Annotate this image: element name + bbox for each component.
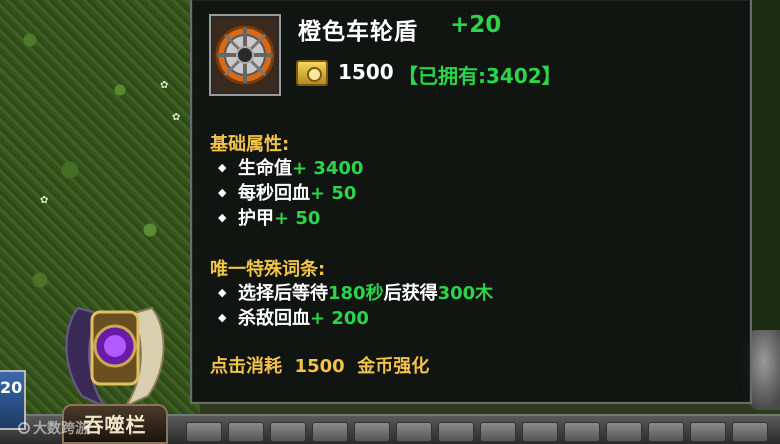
bar-slot bbox=[270, 422, 306, 442]
shield-item-icon bbox=[213, 18, 277, 92]
bullet-diamond-icon: ◆ bbox=[218, 186, 227, 199]
stat-line: ◆ 杀敌回血+ 200 bbox=[218, 304, 369, 330]
flower-decoration: ✿ bbox=[40, 195, 49, 206]
item-name: 橙色车轮盾 bbox=[298, 19, 418, 45]
bar-slot bbox=[606, 422, 642, 442]
bar-slot bbox=[732, 422, 768, 442]
bar-slot bbox=[480, 422, 516, 442]
item-level: +20 bbox=[450, 12, 502, 38]
stat-value: 300木 bbox=[437, 283, 494, 304]
watermark-text: 大数跨游 bbox=[33, 421, 89, 437]
bullet-diamond-icon: ◆ bbox=[218, 286, 227, 299]
gold-coin-icon bbox=[296, 60, 328, 86]
flower-decoration: ✿ bbox=[160, 80, 169, 91]
item-price: 1500 bbox=[338, 60, 394, 84]
upgrade-cost: 1500 bbox=[294, 356, 345, 377]
stat-text: 后获得 bbox=[383, 283, 438, 304]
stat-text: 选择后等待 bbox=[238, 283, 328, 304]
stat-value: + 50 bbox=[274, 208, 321, 229]
bar-slot bbox=[438, 422, 474, 442]
flower-decoration: ✿ bbox=[172, 112, 181, 123]
stat-value: + 200 bbox=[310, 308, 369, 329]
stat-value: + 3400 bbox=[292, 158, 364, 179]
unique-stats-title: 唯一特殊词条: bbox=[210, 259, 326, 280]
bar-slot bbox=[312, 422, 348, 442]
watermark: 大数跨游 bbox=[18, 418, 89, 438]
upgrade-hint: 点击消耗 1500 金币强化 bbox=[210, 352, 429, 378]
bar-slot bbox=[396, 422, 432, 442]
stat-value: 180秒 bbox=[328, 283, 384, 304]
stat-line: ◆ 选择后等待180秒后获得300木 bbox=[218, 279, 493, 305]
bar-slot bbox=[354, 422, 390, 442]
swallow-slot-label: 吞噬栏 bbox=[83, 413, 147, 437]
bullet-diamond-icon: ◆ bbox=[218, 311, 227, 324]
stat-line: ◆ 每秒回血+ 50 bbox=[218, 179, 356, 205]
emblem-wing-icon[interactable] bbox=[60, 298, 170, 416]
bullet-diamond-icon: ◆ bbox=[218, 211, 227, 224]
watermark-icon bbox=[18, 422, 30, 434]
bullet-diamond-icon: ◆ bbox=[218, 161, 227, 174]
owned-count: 【已拥有:3402】 bbox=[398, 64, 562, 88]
item-tooltip: 橙色车轮盾 +20 1500 【已拥有:3402】 基础属性: ◆ 生命值+ 34… bbox=[190, 0, 752, 404]
item-icon-frame bbox=[209, 14, 281, 96]
bar-slot bbox=[690, 422, 726, 442]
bar-slot bbox=[186, 422, 222, 442]
hud-counter-value: 20 bbox=[0, 378, 23, 397]
bar-slot bbox=[564, 422, 600, 442]
stat-label: 生命值 bbox=[238, 158, 292, 179]
stat-value: + 50 bbox=[310, 183, 357, 204]
stat-label: 护甲 bbox=[238, 208, 274, 229]
stat-label: 每秒回血 bbox=[238, 183, 310, 204]
upgrade-hint-post: 金币强化 bbox=[357, 356, 430, 377]
stat-label: 杀敌回血 bbox=[238, 308, 310, 329]
stat-line: ◆ 生命值+ 3400 bbox=[218, 154, 363, 180]
stat-line: ◆ 护甲+ 50 bbox=[218, 204, 320, 230]
bar-slot bbox=[228, 422, 264, 442]
upgrade-hint-pre: 点击消耗 bbox=[210, 356, 282, 377]
bar-slot bbox=[648, 422, 684, 442]
base-stats-title: 基础属性: bbox=[210, 134, 290, 155]
bar-slot bbox=[522, 422, 558, 442]
